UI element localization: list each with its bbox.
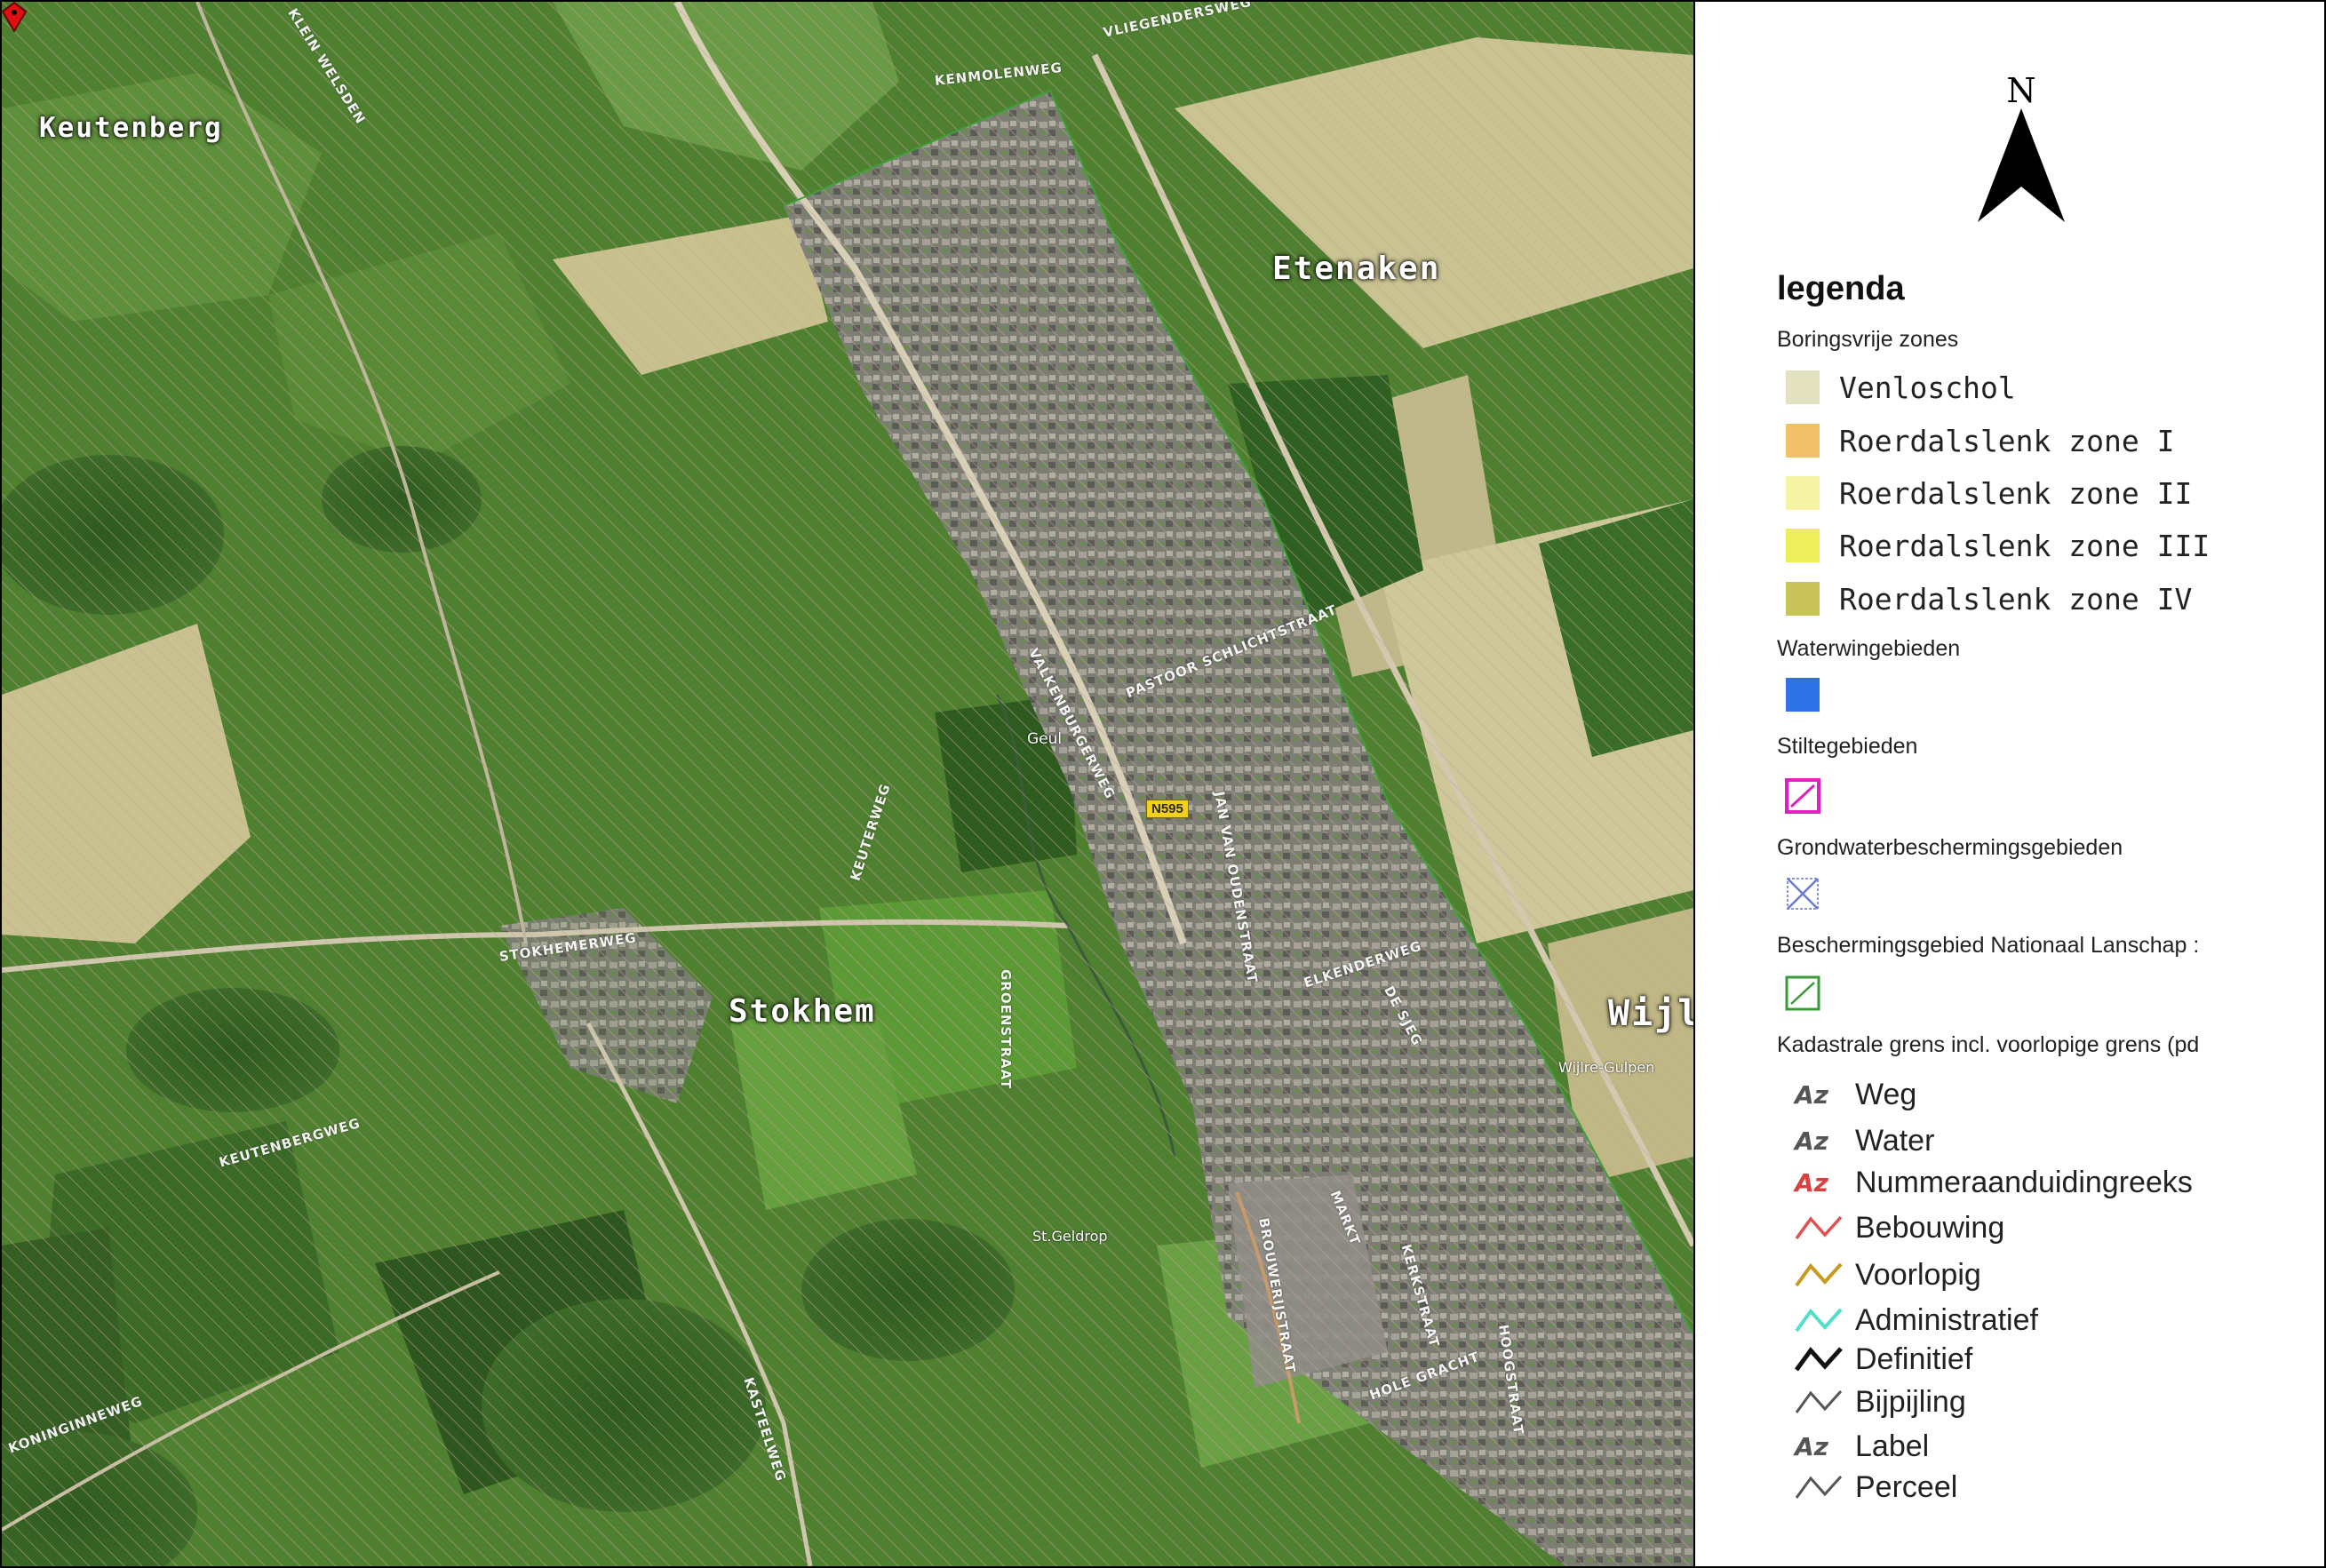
place-label-wijl: Wijl [1608, 993, 1695, 1034]
group-heading-grondwater: Grondwaterbeschermingsgebieden [1777, 835, 2123, 860]
legend-item: Bijpijling [1795, 1382, 1966, 1421]
line-icon [1795, 1259, 1846, 1291]
map-layout: Keutenberg Etenaken Stokhem Wijl KLEIN W… [0, 0, 2326, 1568]
legend-item-label: Roerdalslenk zone II [1839, 475, 2193, 511]
nationaal-landschap-swatch [1785, 975, 1820, 1011]
river-label-geul: Geul [1027, 730, 1063, 748]
legend-item: Az Weg [1795, 1075, 1916, 1114]
swatch-roerdalslenk-zone-3 [1786, 529, 1820, 562]
legend-item: Az Label [1795, 1427, 1929, 1466]
legend-item: Roerdalslenk zone IV [1786, 579, 2192, 618]
group-heading-boringsvrije: Boringsvrije zones [1777, 327, 1959, 352]
place-label-keutenberg: Keutenberg [39, 112, 223, 144]
legend-panel: N legenda Boringsvrije zones Venloschol … [1695, 2, 2324, 1566]
group-heading-stiltegebieden: Stiltegebieden [1777, 734, 1918, 759]
line-icon [1795, 1304, 1846, 1336]
az-icon: Az [1795, 1126, 1828, 1156]
swatch-roerdalslenk-zone-4 [1786, 582, 1820, 616]
legend-item: Definitief [1795, 1340, 1972, 1379]
legend-item-label: Label [1855, 1429, 1930, 1463]
swatch-roerdalslenk-zone-1 [1786, 424, 1820, 458]
az-icon: Az [1795, 1167, 1828, 1198]
legend-item-label: Roerdalslenk zone III [1839, 528, 2210, 563]
legend-item: Az Water [1795, 1121, 1934, 1160]
legend-item-label: Roerdalslenk zone IV [1839, 581, 2193, 617]
legend-item: Roerdalslenk zone III [1786, 526, 2210, 565]
group-heading-waterwingebieden: Waterwingebieden [1777, 636, 1961, 661]
az-icon: Az [1795, 1431, 1828, 1461]
legend-item: Voorlopig [1795, 1255, 1981, 1294]
legend-item: Az Nummeraanduidingreeks [1795, 1163, 2193, 1202]
line-icon [1795, 1212, 1846, 1244]
station-label: Wijlre-Gulpen [1558, 1059, 1655, 1076]
legend-item-label: Bijpijling [1855, 1384, 1966, 1419]
line-icon [1795, 1343, 1846, 1375]
legend-item-label: Definitief [1855, 1341, 1973, 1376]
place-label-etenaken: Etenaken [1272, 251, 1441, 287]
location-pin-icon[interactable] [2, 2, 27, 32]
stiltegebieden-swatch [1785, 778, 1820, 814]
legend-item-label: Venloschol [1839, 370, 2016, 405]
legend-item-label: Water [1855, 1123, 1935, 1158]
waterwingebieden-swatch [1786, 678, 1820, 712]
legend-item-label: Weg [1855, 1077, 1917, 1111]
legend-item-label: Roerdalslenk zone I [1839, 423, 2175, 458]
legend-item-label: Voorlopig [1855, 1257, 1981, 1292]
legend-item-label: Administratief [1855, 1302, 2038, 1337]
swatch-venloschol [1786, 370, 1820, 404]
legend-item: Administratief [1795, 1301, 2038, 1340]
legend-title: legenda [1777, 270, 1905, 307]
swatch-roerdalslenk-zone-2 [1786, 476, 1820, 510]
street-label: GROENSTRAAT [998, 969, 1014, 1090]
group-heading-kadastrale: Kadastrale grens incl. voorlopige grens … [1777, 1032, 2200, 1057]
grondwater-swatch [1787, 878, 1819, 910]
north-letter: N [2006, 71, 2036, 110]
legend-item-label: Bebouwing [1855, 1210, 2005, 1245]
legend-item: Venloschol [1786, 368, 2016, 407]
legend-item: Roerdalslenk zone I [1786, 421, 2175, 460]
legend-item-label: Nummeraanduidingreeks [1855, 1165, 2193, 1199]
poi-label: St.Geldrop [1032, 1228, 1108, 1245]
map-view[interactable]: Keutenberg Etenaken Stokhem Wijl KLEIN W… [2, 2, 1695, 1566]
line-icon [1795, 1386, 1846, 1418]
legend-item: Bebouwing [1795, 1208, 2004, 1247]
legend-item: Roerdalslenk zone II [1786, 474, 2192, 513]
legend-item-label: Perceel [1855, 1469, 1958, 1504]
legend-item: Perceel [1795, 1468, 1957, 1507]
group-heading-nationaal-landschap: Beschermingsgebied Nationaal Lanschap : [1777, 933, 2200, 958]
az-icon: Az [1795, 1079, 1828, 1110]
aerial-imagery [2, 2, 1693, 1566]
line-icon [1795, 1471, 1846, 1503]
place-label-stokhem: Stokhem [729, 993, 876, 1030]
road-number-shield: N595 [1146, 800, 1189, 818]
north-arrow: N [1972, 71, 2070, 227]
